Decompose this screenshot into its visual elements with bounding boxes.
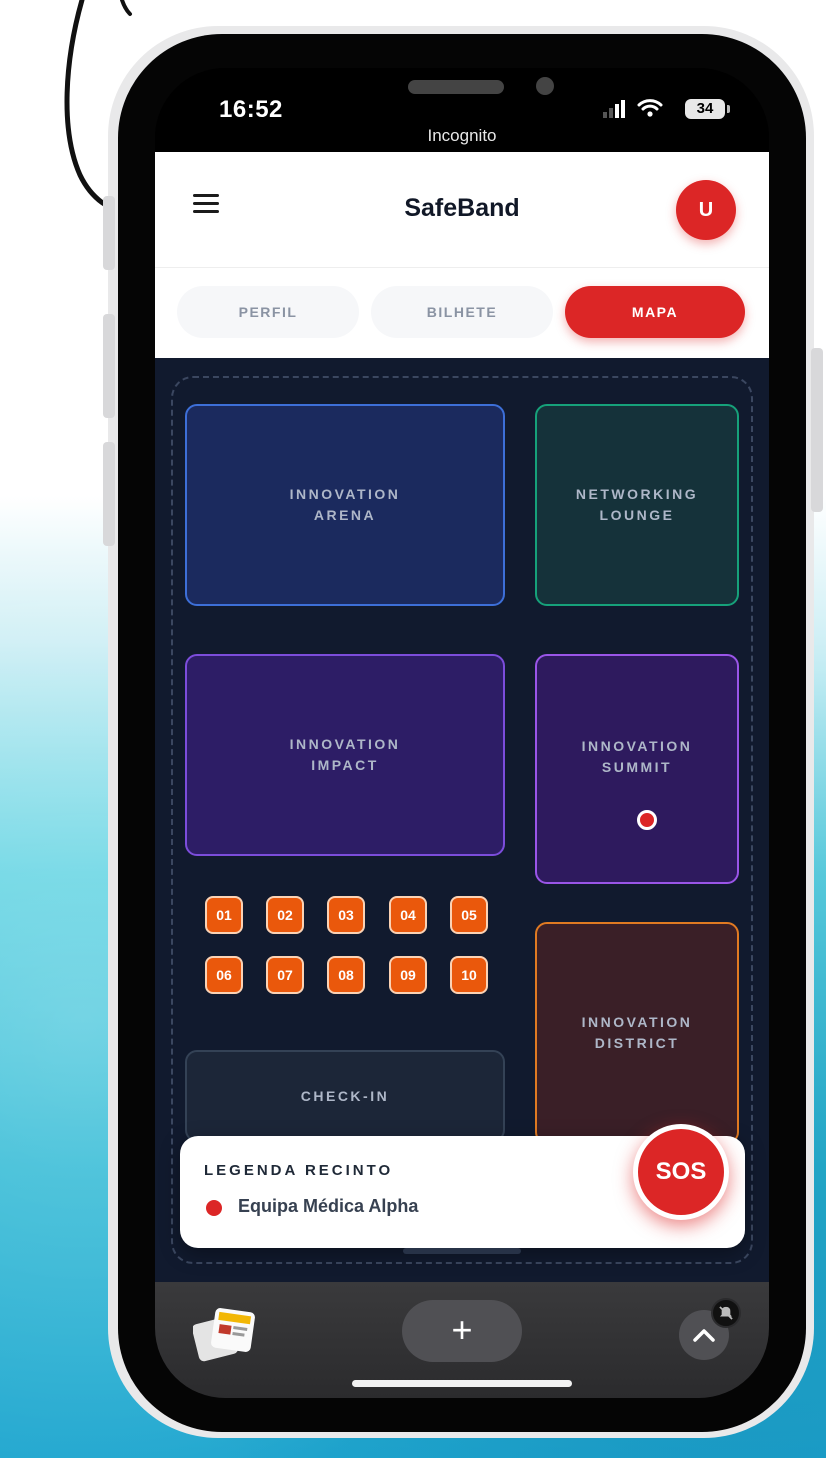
phone-screen: 16:52 34 Incognito SafeBand U PERFIL BIL… <box>155 68 769 1398</box>
phone-volume-down-button <box>103 442 115 546</box>
zone-label: INNOVATION DISTRICT <box>581 1014 693 1051</box>
speaker-grille <box>408 80 504 94</box>
app-header: SafeBand U <box>155 152 769 268</box>
tab-bar: PERFIL BILHETE MAPA <box>155 268 769 358</box>
phone-action-button <box>103 196 115 270</box>
booth-07[interactable]: 07 <box>266 956 304 994</box>
booth-05[interactable]: 05 <box>450 896 488 934</box>
zone-label: INNOVATION IMPACT <box>289 736 401 773</box>
booth-02[interactable]: 02 <box>266 896 304 934</box>
booth-01[interactable]: 01 <box>205 896 243 934</box>
booth-09[interactable]: 09 <box>389 956 427 994</box>
tab-switcher-icon[interactable] <box>193 1304 259 1362</box>
zone-innovation-district[interactable]: INNOVATION DISTRICT <box>535 922 739 1144</box>
zone-label: INNOVATION SUMMIT <box>581 738 693 775</box>
sos-button[interactable]: SOS <box>633 1124 729 1220</box>
booth-04[interactable]: 04 <box>389 896 427 934</box>
legend-title: LEGENDA RECINTO <box>204 1162 394 1179</box>
booth-06[interactable]: 06 <box>205 956 243 994</box>
status-time: 16:52 <box>219 96 283 123</box>
booth-10[interactable]: 10 <box>450 956 488 994</box>
mute-icon <box>711 1298 741 1328</box>
zone-innovation-summit[interactable]: INNOVATION SUMMIT <box>535 654 739 884</box>
user-avatar[interactable]: U <box>676 180 736 240</box>
zone-check-in[interactable]: CHECK-IN <box>185 1050 505 1142</box>
battery-icon: 34 <box>685 99 730 119</box>
legend-drag-handle[interactable] <box>403 1248 521 1254</box>
legend-marker-dot <box>206 1200 222 1216</box>
front-camera <box>536 77 554 95</box>
zone-networking-lounge[interactable]: NETWORKING LOUNGE <box>535 404 739 606</box>
booth-08[interactable]: 08 <box>327 956 365 994</box>
legend-item-label: Equipa Médica Alpha <box>238 1196 419 1216</box>
medical-team-marker[interactable] <box>637 810 657 830</box>
home-indicator[interactable] <box>352 1380 572 1387</box>
zone-label: NETWORKING LOUNGE <box>575 486 699 523</box>
phone-volume-up-button <box>103 314 115 418</box>
tab-perfil[interactable]: PERFIL <box>177 286 359 338</box>
zone-label: CHECK-IN <box>300 1087 390 1104</box>
zone-innovation-impact[interactable]: INNOVATION IMPACT <box>185 654 505 856</box>
tab-mapa[interactable]: MAPA <box>565 286 745 338</box>
wifi-icon <box>637 99 663 117</box>
tab-bilhete[interactable]: BILHETE <box>371 286 553 338</box>
phone-power-button <box>811 348 823 512</box>
zone-label: INNOVATION ARENA <box>289 486 401 523</box>
zone-innovation-arena[interactable]: INNOVATION ARENA <box>185 404 505 606</box>
status-bar: 16:52 34 Incognito <box>155 68 769 152</box>
signal-icon <box>603 100 625 118</box>
booth-03[interactable]: 03 <box>327 896 365 934</box>
browser-mode-label: Incognito <box>427 126 497 145</box>
new-tab-button[interactable]: + <box>402 1300 522 1362</box>
